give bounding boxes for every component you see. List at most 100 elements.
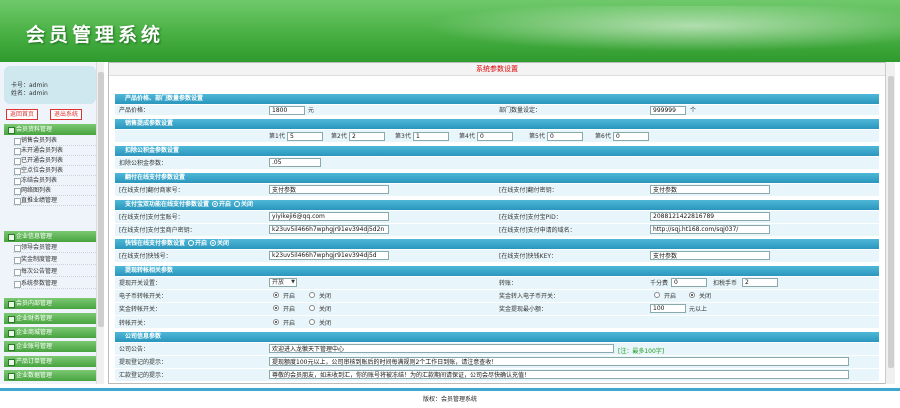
field-label: [在线支付]支付宝账号： — [119, 214, 184, 221]
menu-item[interactable]: 领导会员管理 — [13, 243, 96, 253]
gen-5-input[interactable] — [547, 132, 583, 141]
logout-button[interactable]: 退出系统 — [50, 109, 83, 120]
disable-radio[interactable] — [234, 201, 241, 207]
merchant-id-input[interactable] — [269, 185, 389, 194]
field-label: 扣除公积金参数： — [119, 160, 168, 167]
main-scrollbar[interactable] — [885, 62, 895, 384]
menu-item[interactable]: 每次公告管理 — [13, 267, 96, 277]
menu-item[interactable]: 空点位会员列表 — [13, 166, 96, 176]
fund-input[interactable] — [269, 158, 321, 167]
field-label: 部门数量设定： — [499, 107, 542, 114]
select-value: 开放 — [272, 279, 285, 286]
ecoin-transfer-on-radio[interactable] — [273, 292, 279, 298]
field-label: 奖金转帐开关： — [119, 306, 162, 313]
transfer-on-radio[interactable] — [273, 319, 279, 325]
radio-label: 开启 — [283, 293, 296, 300]
menu-section[interactable]: 企业商城管理 — [4, 327, 96, 338]
field-label: 提现登记的提示： — [119, 359, 168, 366]
alipay-account-input[interactable] — [269, 212, 389, 221]
bonus-transfer-on-radio[interactable] — [273, 305, 279, 311]
radio-label: 关闭 — [699, 293, 712, 300]
menu-item[interactable]: 已开通会员列表 — [13, 156, 96, 166]
field-label: [在线支付]快钱KEY： — [499, 253, 558, 260]
alipay-key-input[interactable] — [269, 225, 389, 234]
app-logo-title: 会员管理系统 — [26, 24, 165, 46]
radio-label: 开启 — [283, 320, 296, 327]
section-header-kuaiqian: 快钱在线支付参数设置 开启 关闭 — [115, 239, 879, 249]
menu-section-member-data[interactable]: 会员资料管理 — [4, 124, 96, 135]
radio-label: 开启 — [219, 201, 232, 208]
form-row — [115, 316, 879, 329]
kuaiqian-id-input[interactable] — [269, 251, 389, 260]
scroll-thumb[interactable] — [888, 76, 894, 368]
menu-section[interactable]: 企业数据管理 — [4, 370, 96, 381]
gen-label: 第4代 — [459, 133, 475, 140]
page-title: 系统参数设置 — [109, 63, 885, 76]
unit-label: 元 — [308, 107, 315, 114]
menu-item[interactable]: 奖金制度管理 — [13, 255, 96, 265]
price-input[interactable] — [269, 106, 305, 115]
field-label: 产品价格： — [119, 107, 150, 114]
field-label: 奖金转入电子币开关： — [499, 293, 560, 300]
menu-section[interactable]: 产品订单管理 — [4, 356, 96, 367]
kuaiqian-key-input[interactable] — [650, 251, 770, 260]
transfer-off-radio[interactable] — [309, 319, 315, 325]
field-label: 转帐开关： — [119, 320, 150, 327]
alipay-domain-input[interactable] — [650, 225, 770, 234]
bonus-to-ecoin-off-radio[interactable] — [689, 292, 695, 298]
fee-rate-input[interactable] — [671, 278, 707, 287]
section-header-commission: 销售提成参数设置 — [115, 119, 879, 129]
gen-2-input[interactable] — [349, 132, 385, 141]
scroll-thumb[interactable] — [98, 72, 104, 327]
remit-tip-input[interactable] — [269, 370, 849, 379]
radio-label: 开启 — [283, 306, 296, 313]
disable-radio[interactable] — [210, 240, 217, 246]
field-label: [在线支付]支付宝商户密钥： — [119, 227, 196, 234]
menu-item[interactable]: 系统参数管理 — [13, 279, 96, 289]
form-row — [115, 303, 879, 316]
menu-section[interactable]: 企业财务管理 — [4, 313, 96, 324]
enable-radio[interactable] — [212, 201, 219, 207]
merchant-key-input[interactable] — [650, 185, 770, 194]
menu-item[interactable]: 销售会员列表 — [13, 136, 96, 146]
gen-3-input[interactable] — [413, 132, 449, 141]
menu-section[interactable]: 会员内部管理 — [4, 298, 96, 309]
withdraw-switch-select[interactable]: 开放 ▼ — [269, 278, 297, 287]
menu-item[interactable]: 网络图列表 — [13, 186, 96, 196]
section-header-fund: 扣除公积金参数设置 — [115, 146, 879, 156]
fee-label: 扣税手币 — [713, 280, 738, 287]
enable-radio[interactable] — [188, 240, 195, 246]
gen-label: 第3代 — [395, 133, 411, 140]
field-label: [在线支付]支付宝PID： — [499, 214, 562, 221]
chevron-down-icon: ▼ — [291, 279, 295, 285]
section-header-alipay: 支付宝双功能在线支付参数设置 开启 关闭 — [115, 200, 879, 210]
bonus-to-ecoin-on-radio[interactable] — [654, 292, 660, 298]
menu-section-enterprise-info[interactable]: 企业信息管理 — [4, 231, 96, 242]
bonus-transfer-off-radio[interactable] — [309, 305, 315, 311]
home-button[interactable]: 返回首页 — [6, 109, 39, 120]
field-label: 奖金提现最小额： — [499, 306, 548, 313]
section-header-withdraw: 提现转帐相关参数 — [115, 266, 879, 276]
menu-item[interactable]: 冻结会员列表 — [13, 176, 96, 186]
fee-label: 千分费 — [650, 280, 669, 287]
gen-6-input[interactable] — [613, 132, 649, 141]
company-notice-input[interactable] — [269, 344, 614, 353]
alipay-pid-input[interactable] — [650, 212, 770, 221]
field-label: [在线支付]快钱号： — [119, 253, 172, 260]
dept-count-input[interactable] — [650, 106, 686, 115]
section-title: 支付宝双功能在线支付参数设置 — [125, 201, 210, 208]
section-header-price: 产品价格、部门数量参数设置 — [115, 94, 879, 104]
sidebar-scrollbar[interactable] — [96, 62, 104, 384]
withdraw-tip-input[interactable] — [269, 357, 849, 366]
gen-1-input[interactable] — [287, 132, 323, 141]
footer: 版权：会员管理系统 — [0, 388, 900, 405]
gen-4-input[interactable] — [477, 132, 513, 141]
ecoin-transfer-off-radio[interactable] — [309, 292, 315, 298]
menu-item[interactable]: 未开通会员列表 — [13, 146, 96, 156]
tax-input[interactable] — [742, 278, 778, 287]
section-header-online-pay: 翻付在线支付参数设置 — [115, 173, 879, 183]
form-row — [115, 290, 879, 303]
min-withdraw-input[interactable] — [650, 304, 686, 313]
menu-item[interactable]: 直推业绩管理 — [13, 196, 96, 206]
menu-section[interactable]: 企业账号管理 — [4, 341, 96, 352]
